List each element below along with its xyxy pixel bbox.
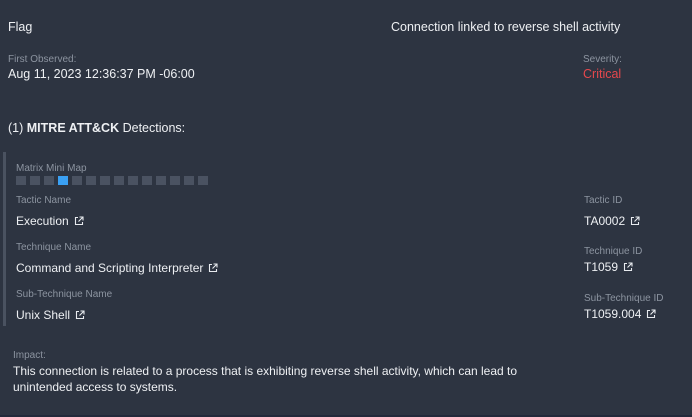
- alert-title: Connection linked to reverse shell activ…: [391, 20, 621, 34]
- mitre-detections-heading: (1) MITRE ATT&CK Detections:: [8, 121, 185, 135]
- external-link-icon[interactable]: [75, 310, 85, 320]
- first-observed-value: Aug 11, 2023 12:36:37 PM -06:00: [8, 67, 195, 81]
- mitre-name: MITRE ATT&CK: [26, 121, 120, 135]
- first-observed-label: First Observed:: [8, 54, 77, 65]
- flag-label: Flag: [8, 20, 33, 34]
- external-link-icon[interactable]: [208, 263, 218, 273]
- subtechnique-id-link[interactable]: T1059.004: [584, 307, 656, 321]
- minimap-cell[interactable]: [156, 176, 166, 185]
- minimap-cell[interactable]: [114, 176, 124, 185]
- matrix-minimap[interactable]: [16, 176, 208, 185]
- minimap-cell[interactable]: [86, 176, 96, 185]
- subtechnique-name-label: Sub-Technique Name: [16, 289, 113, 300]
- minimap-cell[interactable]: [72, 176, 82, 185]
- subtechnique-id-label: Sub-Technique ID: [584, 293, 664, 304]
- minimap-cell[interactable]: [16, 176, 26, 185]
- minimap-label: Matrix Mini Map: [16, 163, 87, 174]
- minimap-cell[interactable]: [198, 176, 208, 185]
- technique-id: T1059: [584, 260, 619, 274]
- minimap-cell[interactable]: [30, 176, 40, 185]
- minimap-cell[interactable]: [184, 176, 194, 185]
- external-link-icon[interactable]: [74, 216, 84, 226]
- technique-name-label: Technique Name: [16, 242, 92, 253]
- minimap-cell[interactable]: [128, 176, 138, 185]
- tactic-name-link[interactable]: Execution: [16, 214, 84, 228]
- tactic-id: TA0002: [584, 214, 626, 228]
- tactic-id-link[interactable]: TA0002: [584, 214, 640, 228]
- impact-label: Impact:: [13, 350, 46, 361]
- external-link-icon[interactable]: [646, 309, 656, 319]
- subtechnique-name-link[interactable]: Unix Shell: [16, 308, 85, 322]
- minimap-cell[interactable]: [142, 176, 152, 185]
- tactic-name-label: Tactic Name: [16, 195, 72, 206]
- minimap-cell[interactable]: [44, 176, 54, 185]
- technique-name: Command and Scripting Interpreter: [16, 261, 204, 275]
- detection-accent-bar: [3, 152, 6, 326]
- technique-id-link[interactable]: T1059: [584, 260, 633, 274]
- tactic-name: Execution: [16, 214, 69, 228]
- subtechnique-id: T1059.004: [584, 307, 642, 321]
- severity-value: Critical: [583, 67, 622, 81]
- technique-name-link[interactable]: Command and Scripting Interpreter: [16, 261, 218, 275]
- technique-id-label: Technique ID: [584, 246, 643, 257]
- minimap-cell[interactable]: [170, 176, 180, 185]
- external-link-icon[interactable]: [630, 216, 640, 226]
- minimap-cell-active[interactable]: [58, 176, 68, 185]
- mitre-count: (1): [8, 121, 24, 135]
- impact-text: This connection is related to a process …: [13, 364, 518, 394]
- tactic-id-label: Tactic ID: [584, 195, 623, 206]
- subtechnique-name: Unix Shell: [16, 308, 71, 322]
- severity-label: Severity:: [583, 54, 622, 65]
- minimap-cell[interactable]: [100, 176, 110, 185]
- mitre-suffix: Detections:: [122, 121, 186, 135]
- external-link-icon[interactable]: [623, 262, 633, 272]
